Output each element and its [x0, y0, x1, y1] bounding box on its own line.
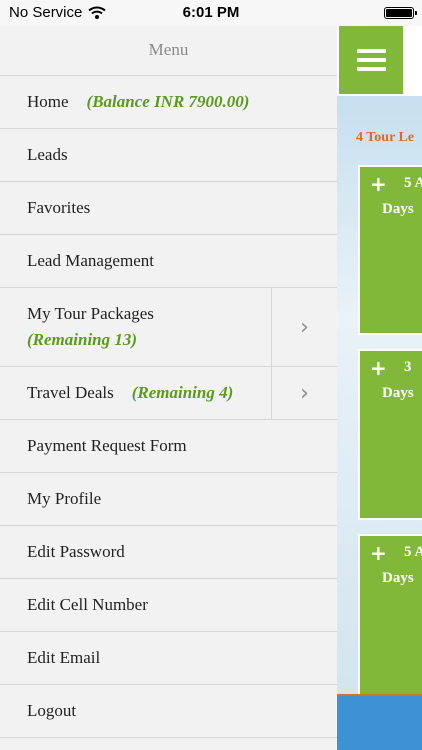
remaining-count: (Remaining 13) — [27, 330, 138, 349]
remaining-count: (Remaining 4) — [131, 383, 234, 402]
menu-title: Menu — [0, 26, 337, 76]
card-days: Days — [382, 385, 414, 401]
card-days: Days — [382, 201, 414, 217]
menu-item-lead-management[interactable]: Lead Management — [0, 235, 337, 288]
balance-text: (Balance INR 7900.00) — [86, 92, 250, 111]
chevron-right-icon: › — [300, 314, 309, 340]
card-count: 5 A — [404, 175, 422, 191]
expand-tour-packages-button[interactable]: › — [271, 288, 337, 366]
tour-lead-card[interactable]: + 3 Days — [358, 349, 422, 520]
menu-item-my-tour-packages[interactable]: My Tour Packages (Remaining 13) › — [0, 288, 337, 367]
menu-item-payment-request-form[interactable]: Payment Request Form — [0, 420, 337, 473]
expand-travel-deals-button[interactable]: › — [271, 367, 337, 419]
card-count: 5 A — [404, 544, 422, 560]
menu-item-label: Favorites — [27, 198, 91, 217]
hamburger-icon-line — [356, 58, 386, 62]
menu-item-edit-cell-number[interactable]: Edit Cell Number — [0, 579, 337, 632]
card-days: Days — [382, 570, 414, 586]
main-content-peek: 4 Tour Le + 5 A Days + 3 Days + 5 A Days — [337, 26, 422, 750]
app-header — [337, 26, 422, 96]
menu-item-logout[interactable]: Logout — [0, 685, 337, 738]
menu-item-edit-password[interactable]: Edit Password — [0, 526, 337, 579]
tour-leads-heading: 4 Tour Le — [356, 130, 415, 145]
menu-item-label: Leads — [27, 145, 68, 164]
battery-icon — [384, 7, 417, 19]
menu-item-label: Home — [27, 92, 69, 111]
chevron-right-icon: › — [300, 380, 309, 406]
clock: 6:01 PM — [182, 4, 240, 21]
menu-item-leads[interactable]: Leads — [0, 129, 337, 182]
bottom-bar — [337, 694, 422, 750]
menu-item-label: Travel Deals — [27, 383, 114, 402]
menu-item-label: My Tour Packages — [27, 304, 154, 323]
menu-item-home[interactable]: Home (Balance INR 7900.00) — [0, 76, 337, 129]
menu-item-edit-email[interactable]: Edit Email — [0, 632, 337, 685]
menu-item-label: Lead Management — [27, 251, 154, 270]
menu-item-label: My Profile — [27, 489, 102, 508]
plus-icon[interactable]: + — [370, 172, 387, 196]
menu-item-favorites[interactable]: Favorites — [0, 182, 337, 235]
menu-item-label: Edit Password — [27, 542, 125, 561]
plus-icon[interactable]: + — [370, 541, 387, 565]
tour-lead-card[interactable]: + 5 A Days — [358, 534, 422, 696]
card-count: 3 — [404, 359, 412, 375]
menu-item-label: Edit Email — [27, 648, 101, 667]
menu-item-my-profile[interactable]: My Profile — [0, 473, 337, 526]
hamburger-icon-line — [356, 67, 386, 71]
status-bar: No Service 6:01 PM — [0, 0, 422, 26]
hamburger-icon-line — [356, 49, 386, 53]
menu-item-travel-deals[interactable]: Travel Deals (Remaining 4) › — [0, 367, 337, 420]
side-menu: Menu Home (Balance INR 7900.00) Leads Fa… — [0, 26, 337, 750]
hamburger-menu-button[interactable] — [339, 26, 403, 94]
plus-icon[interactable]: + — [370, 356, 387, 380]
menu-item-label: Logout — [27, 701, 77, 720]
menu-item-label: Payment Request Form — [27, 436, 187, 455]
menu-item-label: Edit Cell Number — [27, 595, 148, 614]
tour-lead-card[interactable]: + 5 A Days — [358, 165, 422, 335]
